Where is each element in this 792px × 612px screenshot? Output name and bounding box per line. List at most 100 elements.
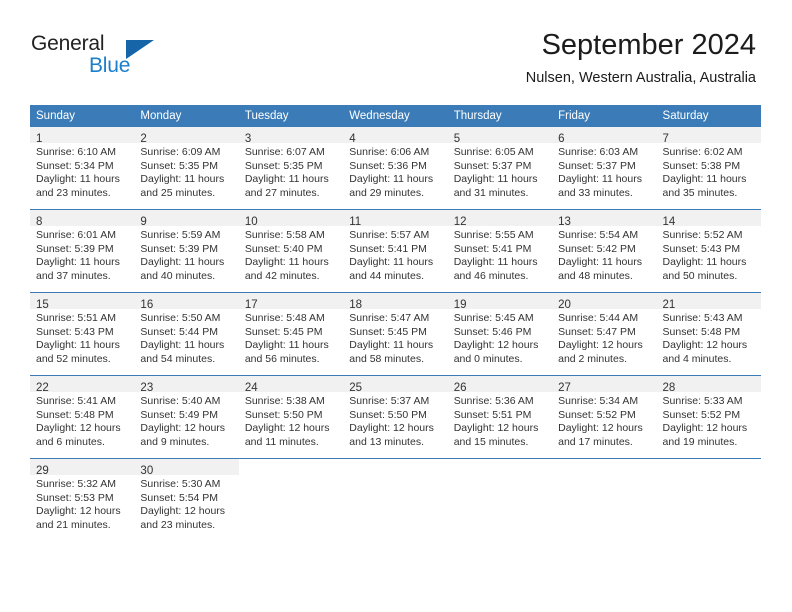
day-cell-details: Sunrise: 5:43 AM Sunset: 5:48 PM Daylight:… [657,309,761,366]
day-number-band: 3 [238,127,344,145]
calendar-day-cell[interactable]: 4 Sunrise: 6:06 AM Sunset: 5:36 PM Daylight… [343,127,448,210]
day-cell-details: Sunrise: 5:59 AM Sunset: 5:39 PM Daylight:… [134,226,238,283]
calendar-day-cell[interactable]: 26 Sunrise: 5:36 AM Sunset: 5:51 PM Dayligh… [447,375,553,459]
day-number-band: 28 [656,376,761,394]
calendar-day-cell[interactable]: 25 Sunrise: 5:37 AM Sunset: 5:50 PM Dayligh… [343,375,448,459]
daylight-duration-line1: Daylight: 11 hours [140,339,225,352]
day-number: 22 [36,382,49,394]
calendar-day-cell[interactable]: 28 Sunrise: 5:33 AM Sunset: 5:52 PM Dayligh… [656,375,761,459]
calendar-day-cell[interactable]: 14 Sunrise: 5:52 AM Sunset: 5:43 PM Dayligh… [656,209,761,293]
calendar-day-cell[interactable]: 21 Sunrise: 5:43 AM Sunset: 5:48 PM Dayligh… [656,292,761,376]
sunrise-time: Sunrise: 5:57 AM [349,229,430,241]
day-cell-inner: 10 Sunrise: 5:58 AM Sunset: 5:40 PM Dayligh… [238,210,344,292]
day-number: 8 [36,216,43,228]
daylight-duration-line1: Daylight: 11 hours [453,173,538,186]
sunrise-time: Sunrise: 6:09 AM [140,146,221,158]
calendar-day-cell[interactable]: 24 Sunrise: 5:38 AM Sunset: 5:50 PM Dayligh… [238,375,344,459]
calendar-day-cell[interactable]: 19 Sunrise: 5:45 AM Sunset: 5:46 PM Dayligh… [447,292,553,376]
sunset-time: Sunset: 5:51 PM [453,408,532,421]
day-cell-details: Sunrise: 5:48 AM Sunset: 5:45 PM Daylight:… [239,309,343,366]
calendar-day-cell[interactable]: 3 Sunrise: 6:07 AM Sunset: 5:35 PM Daylight… [238,127,344,210]
calendar-day-cell[interactable]: 6 Sunrise: 6:03 AM Sunset: 5:37 PM Daylight… [552,127,657,210]
sunrise-time: Sunrise: 5:34 AM [558,395,639,407]
weekday-header-sunday: Sunday [30,105,135,127]
calendar-day-cell[interactable]: 1 Sunrise: 6:10 AM Sunset: 5:34 PM Daylight… [30,127,135,210]
sunset-time: Sunset: 5:41 PM [349,242,427,255]
daylight-duration-line2: and 37 minutes. [36,269,111,282]
calendar-day-cell[interactable]: 29 Sunrise: 5:32 AM Sunset: 5:53 PM Dayligh… [30,458,135,541]
weekday-header-tuesday: Tuesday [238,105,344,127]
sunrise-time: Sunrise: 6:05 AM [453,146,534,158]
sunset-time: Sunset: 5:48 PM [662,325,741,338]
day-cell-inner: 4 Sunrise: 6:06 AM Sunset: 5:36 PM Daylight… [343,127,448,209]
day-number-band: 13 [552,210,657,228]
day-cell-inner: 13 Sunrise: 5:54 AM Sunset: 5:42 PM Dayligh… [552,210,657,292]
day-number-band: 9 [134,210,239,228]
daylight-duration-line1: Daylight: 12 hours [244,422,330,435]
calendar-day-cell[interactable]: 16 Sunrise: 5:50 AM Sunset: 5:44 PM Dayligh… [134,292,239,376]
sunset-time: Sunset: 5:38 PM [662,159,741,172]
calendar-day-cell-empty [656,458,761,541]
sunrise-time: Sunrise: 5:55 AM [453,229,534,241]
day-cell-inner: 15 Sunrise: 5:51 AM Sunset: 5:43 PM Dayligh… [30,293,135,375]
daylight-duration-line1: Daylight: 12 hours [36,505,121,518]
sunrise-time: Sunrise: 5:32 AM [36,478,116,490]
daylight-duration-line1: Daylight: 11 hours [349,339,434,352]
calendar-day-cell[interactable]: 15 Sunrise: 5:51 AM Sunset: 5:43 PM Dayligh… [30,292,135,376]
day-cell-details: Sunrise: 5:32 AM Sunset: 5:53 PM Daylight:… [30,475,134,532]
daylight-duration-line1: Daylight: 12 hours [453,422,539,435]
calendar-day-cell[interactable]: 30 Sunrise: 5:30 AM Sunset: 5:54 PM Dayligh… [134,458,239,541]
day-cell-inner: 18 Sunrise: 5:47 AM Sunset: 5:45 PM Dayligh… [343,293,448,375]
calendar-day-cell[interactable]: 2 Sunrise: 6:09 AM Sunset: 5:35 PM Daylight… [134,127,239,210]
day-cell-inner: 27 Sunrise: 5:34 AM Sunset: 5:52 PM Dayligh… [552,376,657,458]
calendar-day-cell[interactable]: 5 Sunrise: 6:05 AM Sunset: 5:37 PM Daylight… [447,127,553,210]
day-cell-inner: 17 Sunrise: 5:48 AM Sunset: 5:45 PM Dayligh… [238,293,344,375]
calendar-day-cell[interactable]: 17 Sunrise: 5:48 AM Sunset: 5:45 PM Dayligh… [238,292,344,376]
daylight-duration-line2: and 56 minutes. [244,352,320,365]
sunrise-time: Sunrise: 5:43 AM [662,312,743,324]
calendar-day-cell[interactable]: 27 Sunrise: 5:34 AM Sunset: 5:52 PM Dayligh… [552,375,657,459]
day-number: 21 [662,299,676,311]
calendar-day-cell[interactable]: 8 Sunrise: 6:01 AM Sunset: 5:39 PM Daylight… [30,209,135,293]
sunrise-time: Sunrise: 5:44 AM [558,312,639,324]
daylight-duration-line2: and 2 minutes. [558,352,627,365]
day-cell-inner [657,459,761,541]
sunset-time: Sunset: 5:41 PM [453,242,532,255]
calendar-day-cell[interactable]: 7 Sunrise: 6:02 AM Sunset: 5:38 PM Daylight… [656,127,761,210]
day-number-band: 8 [30,210,135,228]
calendar-day-cell[interactable]: 11 Sunrise: 5:57 AM Sunset: 5:41 PM Dayligh… [343,209,448,293]
daylight-duration-line1: Daylight: 11 hours [453,256,538,269]
calendar-week-row: 1 Sunrise: 6:10 AM Sunset: 5:34 PM Daylight… [30,127,761,210]
calendar-day-cell[interactable]: 20 Sunrise: 5:44 AM Sunset: 5:47 PM Dayligh… [552,292,657,376]
calendar-day-cell[interactable]: 9 Sunrise: 5:59 AM Sunset: 5:39 PM Daylight… [134,209,239,293]
sunset-time: Sunset: 5:50 PM [244,408,323,421]
sunrise-time: Sunrise: 6:10 AM [36,146,116,158]
sunrise-time: Sunrise: 5:48 AM [244,312,325,324]
calendar-week-row: 29 Sunrise: 5:32 AM Sunset: 5:53 PM Dayligh… [30,458,761,541]
sunrise-time: Sunrise: 5:40 AM [140,395,221,407]
calendar-day-cell[interactable]: 23 Sunrise: 5:40 AM Sunset: 5:49 PM Dayligh… [134,375,239,459]
daylight-duration-line2: and 23 minutes. [36,186,111,199]
daylight-duration-line1: Daylight: 11 hours [140,256,225,269]
day-cell-details: Sunrise: 5:47 AM Sunset: 5:45 PM Daylight:… [343,309,447,366]
sunset-time: Sunset: 5:35 PM [140,159,219,172]
day-cell-inner: 5 Sunrise: 6:05 AM Sunset: 5:37 PM Daylight… [447,127,553,209]
day-cell-inner: 22 Sunrise: 5:41 AM Sunset: 5:48 PM Dayligh… [30,376,135,458]
day-number: 12 [453,216,467,228]
sunset-time: Sunset: 5:54 PM [140,491,219,504]
calendar-day-cell[interactable]: 18 Sunrise: 5:47 AM Sunset: 5:45 PM Dayligh… [343,292,448,376]
day-number-band: 29 [30,459,135,477]
day-number-band: 11 [343,210,448,228]
calendar-day-cell[interactable]: 12 Sunrise: 5:55 AM Sunset: 5:41 PM Dayligh… [447,209,553,293]
daylight-duration-line1: Daylight: 11 hours [244,173,329,186]
sunset-time: Sunset: 5:48 PM [36,408,114,421]
daylight-duration-line2: and 48 minutes. [558,269,633,282]
calendar-day-cell[interactable]: 22 Sunrise: 5:41 AM Sunset: 5:48 PM Dayligh… [30,375,135,459]
calendar-day-cell[interactable]: 10 Sunrise: 5:58 AM Sunset: 5:40 PM Dayligh… [238,209,344,293]
calendar-day-cell-empty [552,458,657,541]
daylight-duration-line2: and 19 minutes. [662,435,738,448]
calendar-day-cell[interactable]: 13 Sunrise: 5:54 AM Sunset: 5:42 PM Dayligh… [552,209,657,293]
day-number: 14 [662,216,676,228]
daylight-duration-line2: and 4 minutes. [662,352,732,365]
day-number: 4 [349,133,356,145]
